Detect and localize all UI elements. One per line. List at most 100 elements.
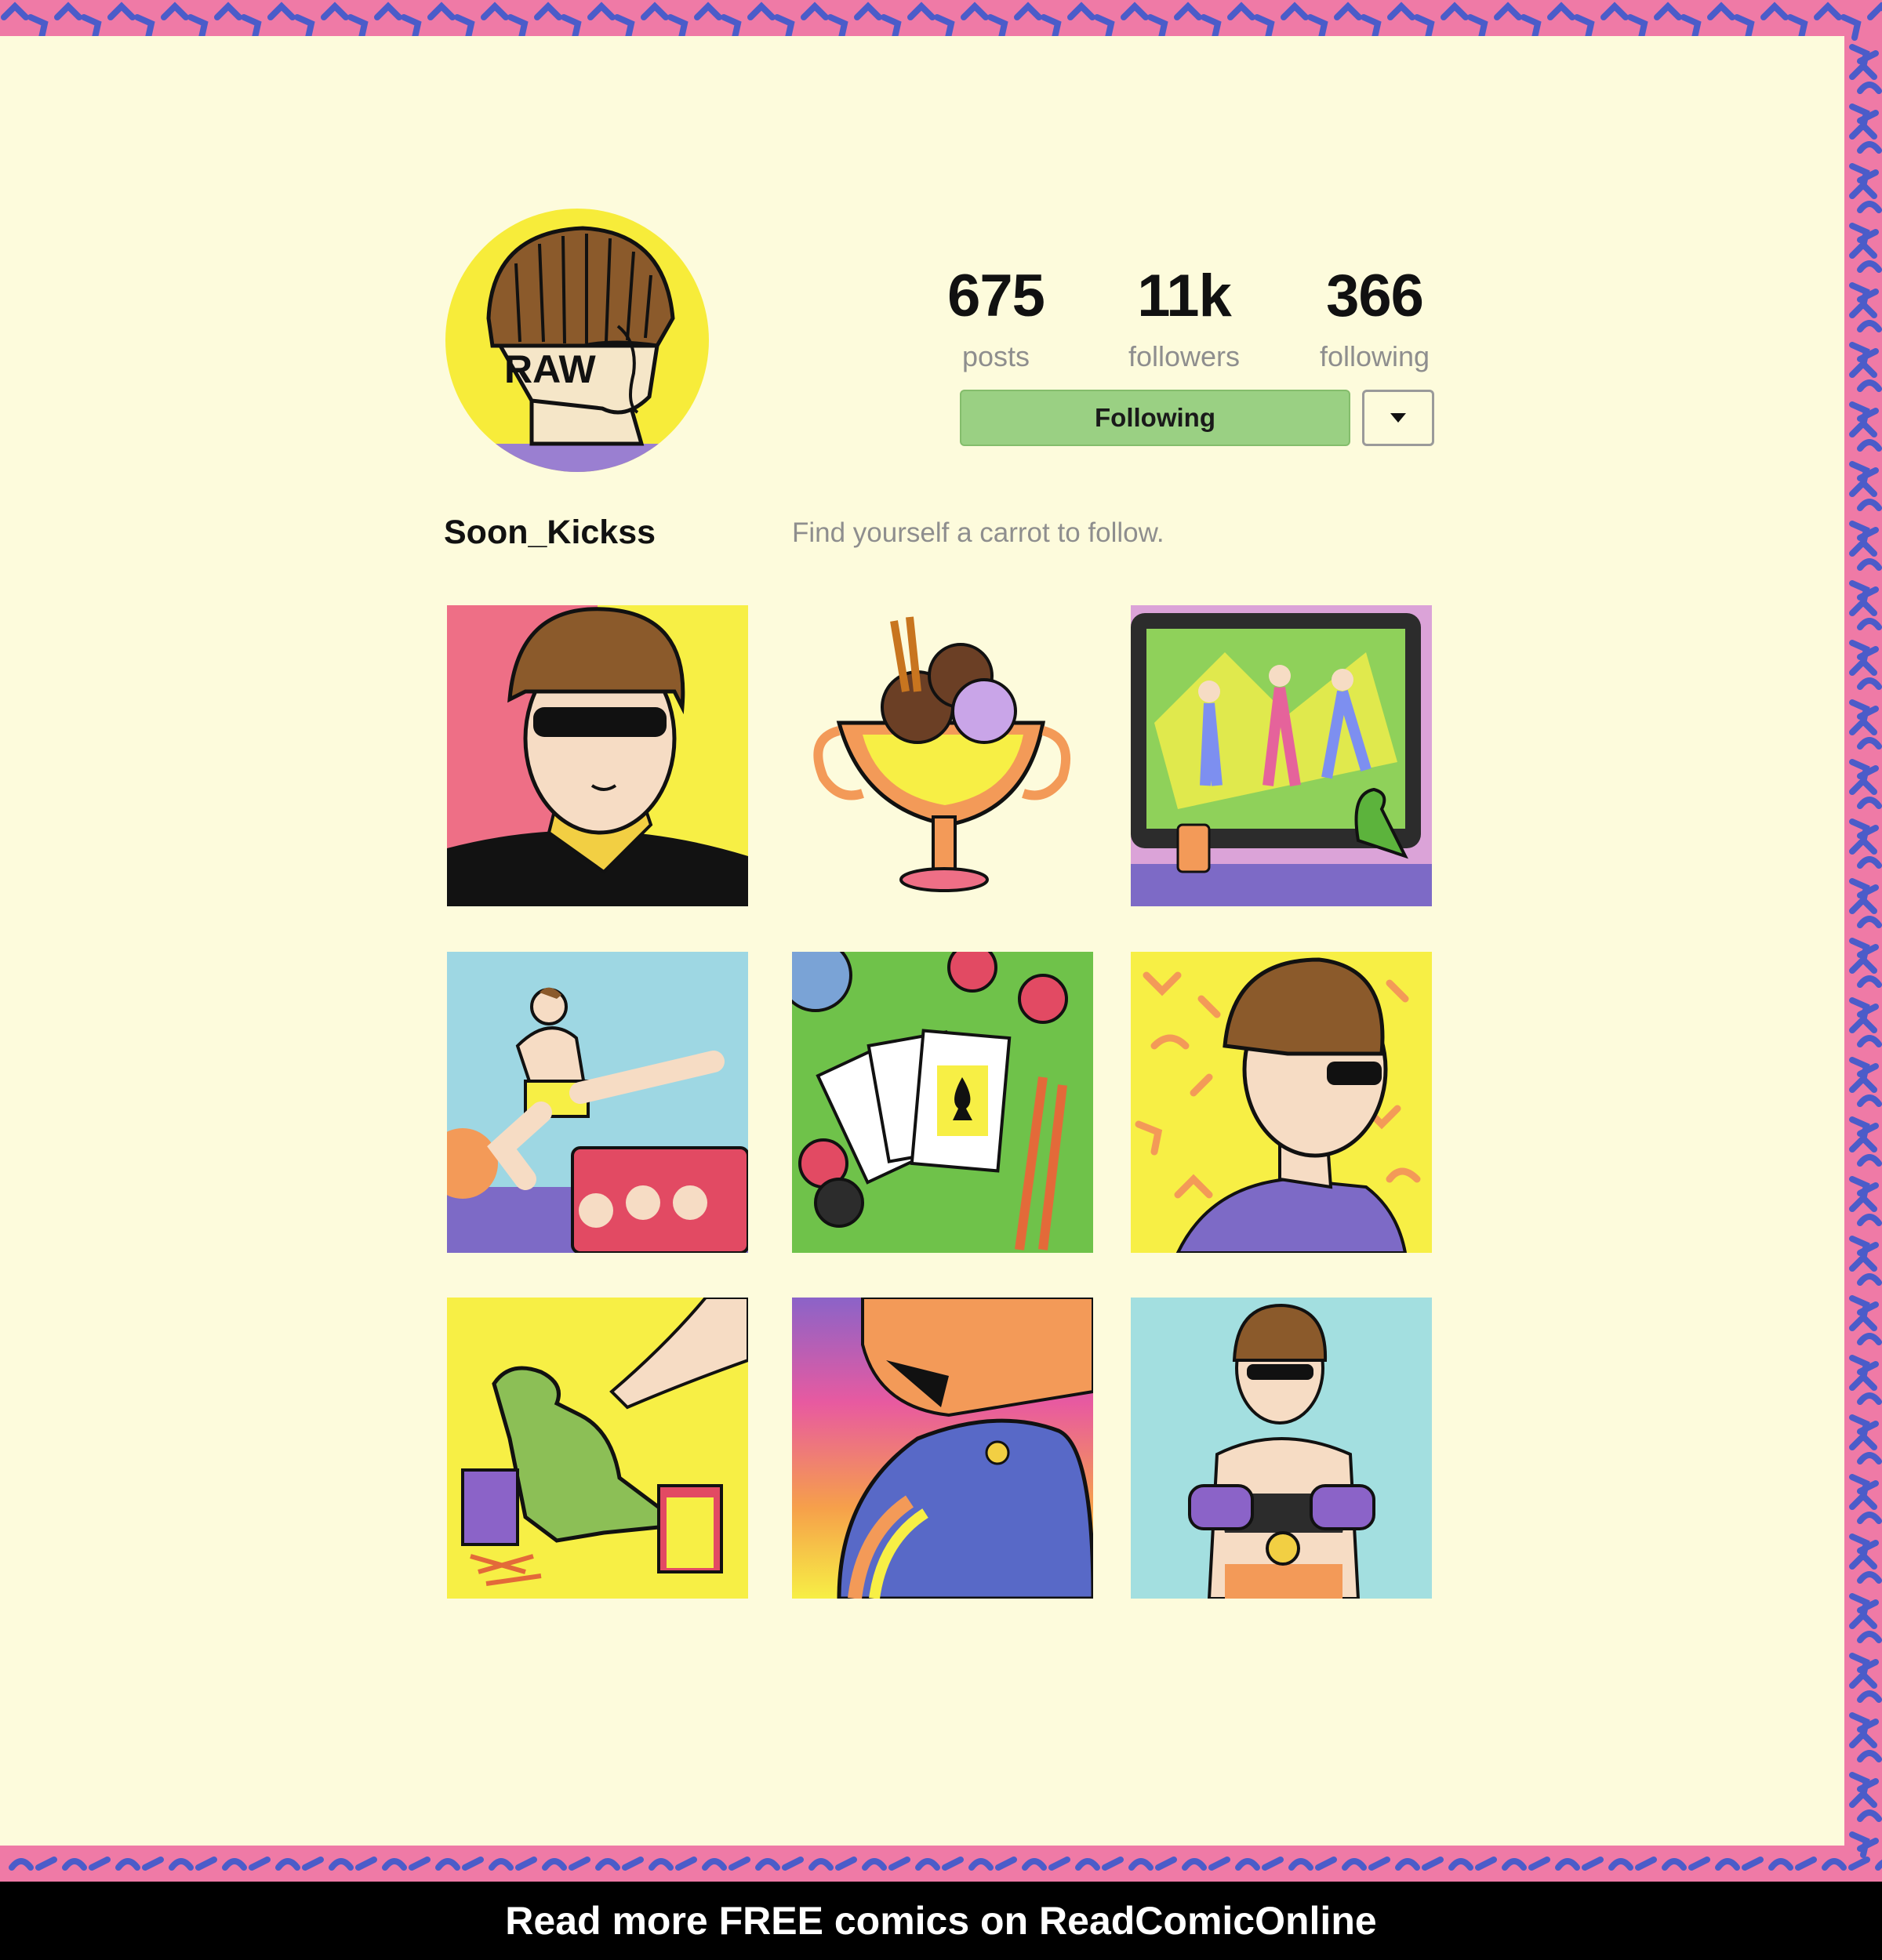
border-squiggle [1857, 82, 1882, 94]
border-squiggle [1768, 1858, 1793, 1871]
border-squiggle [782, 1857, 804, 1871]
border-squiggle [1387, 2, 1415, 20]
boxer-medal-image [1131, 1298, 1432, 1599]
border-squiggle [747, 2, 776, 20]
border-squiggle [294, 14, 315, 41]
border-squiggle [1857, 1631, 1882, 1643]
border-squiggle [187, 14, 209, 41]
border-squiggle [888, 1857, 910, 1871]
border-squiggle [1849, 180, 1877, 199]
border-squiggle [835, 1857, 857, 1871]
stat-posts[interactable]: 675 posts [910, 267, 1082, 373]
border-squiggle [755, 1858, 780, 1871]
border-squiggle [1849, 1312, 1877, 1331]
border-squiggle [587, 2, 616, 20]
border-squiggle [1048, 1857, 1070, 1871]
border-squiggle [1857, 1273, 1882, 1286]
border-squiggle [1680, 14, 1702, 41]
border-squiggle [1201, 14, 1222, 41]
border-squiggle [1857, 1750, 1882, 1762]
post-thumbnail[interactable] [447, 605, 748, 906]
following-button[interactable]: Following [960, 390, 1350, 446]
border-squiggle [222, 1858, 247, 1871]
border-squiggle [169, 1858, 194, 1871]
border-squiggle [1857, 1333, 1882, 1345]
border-squiggle [1849, 955, 1877, 974]
border-squiggle [1857, 558, 1882, 571]
border-squiggle [1857, 1214, 1882, 1226]
border-squiggle [1849, 895, 1877, 914]
border-squiggle [1849, 1432, 1877, 1450]
border-squiggle [862, 1858, 887, 1871]
border-squiggle [1742, 1857, 1764, 1871]
footer-banner[interactable]: Read more FREE comics on ReadComicOnline [0, 1882, 1882, 1960]
border-squiggle [728, 1857, 750, 1871]
border-squiggle [1582, 1857, 1604, 1871]
border-squiggle [1849, 1551, 1877, 1570]
border-squiggle [1368, 1857, 1390, 1871]
border-squiggle [702, 1858, 727, 1871]
post-thumbnail[interactable] [447, 1298, 748, 1599]
border-squiggle [1414, 14, 1435, 41]
border-squiggle [968, 1858, 994, 1871]
border-squiggle [1840, 14, 1862, 41]
border-squiggle [409, 1857, 431, 1871]
post-thumbnail[interactable] [1131, 952, 1432, 1253]
post-thumbnail[interactable] [792, 1298, 1093, 1599]
border-squiggle [1441, 2, 1469, 20]
border-squiggle [641, 2, 669, 20]
border-squiggle [595, 1858, 620, 1871]
border-squiggle [1857, 320, 1882, 332]
border-squiggle [1662, 1858, 1687, 1871]
post-thumbnail[interactable] [792, 605, 1093, 906]
border-squiggle [1857, 1452, 1882, 1465]
border-squiggle [1795, 1857, 1817, 1871]
post-thumbnail[interactable] [447, 952, 748, 1253]
sundae-trophy-image [792, 605, 1093, 906]
border-squiggle [1857, 260, 1882, 273]
border-squiggle [1849, 597, 1877, 616]
border-squiggle [134, 14, 155, 41]
border-squiggle [481, 2, 509, 20]
post-thumbnail[interactable] [1131, 1298, 1432, 1599]
border-squiggle [1857, 797, 1882, 809]
border-squiggle [89, 1857, 111, 1871]
border-squiggle [1288, 1858, 1313, 1871]
stat-following[interactable]: 366 following [1288, 267, 1461, 373]
border-squiggle [1857, 141, 1882, 154]
border-squiggle [427, 2, 456, 20]
border-squiggle [54, 2, 82, 20]
border-squiggle [721, 14, 742, 41]
border-squiggle [987, 14, 1008, 41]
border-squiggle [1155, 1857, 1177, 1871]
border-squiggle [321, 2, 349, 20]
border-squiggle [542, 1858, 567, 1871]
border-squiggle [961, 2, 989, 20]
border-squiggle [1128, 1858, 1154, 1871]
border-squiggle [569, 1857, 590, 1871]
post-thumbnail[interactable] [792, 952, 1093, 1253]
border-squiggle [1760, 2, 1789, 20]
border-squiggle [1715, 1858, 1740, 1871]
profile-avatar[interactable]: RAW [445, 209, 709, 472]
dinosaur-toy-image [447, 1298, 748, 1599]
caret-down-icon [1390, 413, 1406, 423]
border-squiggle [1857, 856, 1882, 869]
portrait-sunglasses-image [447, 605, 748, 906]
border-squiggle [115, 1858, 140, 1871]
flying-kick-image [447, 952, 748, 1253]
followers-label: followers [1128, 340, 1241, 372]
profile-bio: Find yourself a carrot to follow. [792, 517, 1164, 548]
border-squiggle [1422, 1857, 1444, 1871]
border-squiggle [401, 14, 422, 41]
border-squiggle [995, 1857, 1017, 1871]
border-squiggle [515, 1857, 537, 1871]
border-squiggle [1857, 1571, 1882, 1584]
border-squiggle [1174, 2, 1202, 20]
border-squiggle [1857, 1512, 1882, 1524]
border-squiggle [1688, 1857, 1710, 1871]
options-dropdown-button[interactable] [1362, 390, 1434, 446]
border-squiggle [1361, 14, 1382, 41]
stat-followers[interactable]: 11k followers [1098, 267, 1270, 373]
post-thumbnail[interactable] [1131, 605, 1432, 906]
